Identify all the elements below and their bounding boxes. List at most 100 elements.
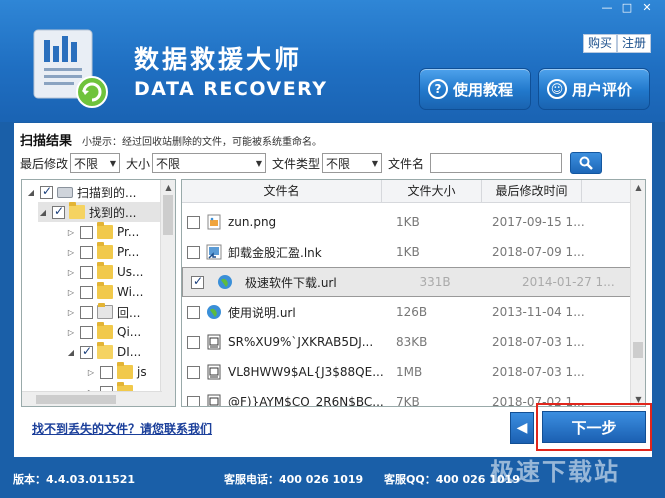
tree-checkbox[interactable] <box>80 265 93 279</box>
file-list-vertical-scrollbar[interactable]: ▲ ▼ <box>630 180 645 406</box>
file-type-select-value: 不限 <box>326 156 351 171</box>
tree-vertical-scrollbar[interactable]: ▲ <box>160 180 175 406</box>
modified-select[interactable]: 不限 ▼ <box>70 153 121 173</box>
file-size: 1KB <box>396 245 420 259</box>
next-step-button[interactable]: 下一步 <box>542 411 646 443</box>
file-date: 2017-09-15 1... <box>492 215 585 229</box>
file-list-scroll-thumb[interactable] <box>633 342 643 358</box>
tree-checkbox[interactable] <box>80 245 93 259</box>
folder-icon <box>69 202 85 219</box>
size-select-value: 不限 <box>156 156 181 171</box>
file-name-label: 文件名 <box>388 156 425 171</box>
tree-item[interactable]: ◢ DI... <box>66 342 141 362</box>
file-date: 2014-01-27 1... <box>522 275 615 289</box>
column-header-name[interactable]: 文件名 <box>182 180 382 203</box>
file-checkbox[interactable] <box>187 395 200 406</box>
restore-button[interactable]: □ <box>617 1 637 17</box>
tree-checkbox[interactable] <box>52 204 65 219</box>
tree-item-found[interactable]: ◢ 找到的... <box>38 202 162 222</box>
expand-triangle-icon[interactable]: ▷ <box>66 288 76 297</box>
folder-icon <box>97 282 113 299</box>
expand-triangle-icon[interactable]: ▷ <box>66 328 76 337</box>
chat-icon: ☺ <box>547 79 567 99</box>
tree-hscroll-thumb[interactable] <box>36 395 116 404</box>
register-button[interactable]: 注册 <box>617 34 652 53</box>
file-row[interactable]: VL8HWW9$AL{J3$88QE... 1MB 2018-07-03 1..… <box>182 357 632 387</box>
folder-icon <box>97 262 113 279</box>
tree-item-root[interactable]: ◢ 扫描到的... <box>26 182 137 202</box>
file-row[interactable]: 卸载金股汇盈.lnk 1KB 2018-07-09 1... <box>182 237 632 267</box>
filter-bar: 最后修改 不限 ▼ 大小 不限 ▼ 文件类型 不限 ▼ 文件名 <box>20 152 648 174</box>
file-checkbox[interactable] <box>191 274 204 289</box>
expand-triangle-icon[interactable]: ▷ <box>86 368 96 377</box>
file-row[interactable]: zun.png 1KB 2017-09-15 1... <box>182 207 632 237</box>
expand-triangle-icon[interactable]: ▷ <box>66 228 76 237</box>
folder-icon <box>97 242 113 259</box>
tree-item-label: Wi... <box>117 285 144 299</box>
file-checkbox[interactable] <box>187 365 200 379</box>
file-list[interactable]: 文件名 文件大小 最后修改时间 zun.png 1KB 2017-09-15 1… <box>181 179 646 407</box>
size-select[interactable]: 不限 ▼ <box>152 153 267 173</box>
file-name-input[interactable] <box>430 153 563 173</box>
scroll-up-icon[interactable]: ▲ <box>631 180 645 195</box>
tree-horizontal-scrollbar[interactable] <box>22 391 162 406</box>
minimize-button[interactable]: — <box>597 1 617 17</box>
main-panel: 扫描结果 小提示：经过回收站删除的文件，可能被系统重命名。 最后修改 不限 ▼ 大… <box>13 122 653 458</box>
review-button[interactable]: ☺ 用户评价 <box>538 68 650 110</box>
tree-item-label: 找到的... <box>89 205 137 220</box>
file-date: 2018-07-09 1... <box>492 245 585 259</box>
tree-checkbox[interactable] <box>100 365 113 379</box>
expand-triangle-icon[interactable]: ▷ <box>66 308 76 317</box>
expand-triangle-icon[interactable]: ▷ <box>66 268 76 277</box>
file-checkbox[interactable] <box>187 215 200 229</box>
folder-icon <box>97 322 113 339</box>
modified-select-value: 不限 <box>74 156 99 171</box>
tree-item[interactable]: ▷ Qi... <box>66 322 141 342</box>
search-button[interactable] <box>570 152 603 174</box>
contact-us-link[interactable]: 找不到丢失的文件？请您联系我们 <box>32 420 212 437</box>
expand-triangle-icon[interactable]: ▷ <box>66 248 76 257</box>
file-checkbox[interactable] <box>187 305 200 319</box>
tree-item[interactable]: ▷ Us... <box>66 262 143 282</box>
file-date: 2018-07-03 1... <box>492 365 585 379</box>
scroll-up-icon[interactable]: ▲ <box>161 180 175 195</box>
column-header-size[interactable]: 文件大小 <box>382 180 482 203</box>
column-header-date[interactable]: 最后修改时间 <box>482 180 582 203</box>
tree-item[interactable]: ▷ Pr... <box>66 242 139 262</box>
folder-tree[interactable]: ◢ 扫描到的... ◢ 找到的... ▷ Pr... ▷ Pr... ▷ <box>21 179 176 407</box>
tree-checkbox[interactable] <box>80 225 93 239</box>
watermark: 极速下载站 <box>490 458 620 486</box>
tree-checkbox[interactable] <box>80 325 93 339</box>
tutorial-label: 使用教程 <box>453 80 514 99</box>
buy-button[interactable]: 购买 <box>583 34 618 53</box>
tree-checkbox[interactable] <box>40 184 53 199</box>
app-title: 数据救援大师 <box>134 45 303 74</box>
collapse-triangle-icon[interactable]: ◢ <box>38 208 48 217</box>
file-size: 7KB <box>396 395 420 407</box>
tree-checkbox[interactable] <box>80 305 93 319</box>
previous-step-button[interactable]: ◀ <box>510 412 534 444</box>
file-row[interactable]: SR%XU9%`JXKRAB5DJ... 83KB 2018-07-03 1..… <box>182 327 632 357</box>
tree-item[interactable]: ▷ Wi... <box>66 282 143 302</box>
collapse-triangle-icon[interactable]: ◢ <box>66 348 76 357</box>
tree-item[interactable]: ▷ Pr... <box>66 222 139 242</box>
tree-item[interactable]: ▷ js <box>86 362 147 382</box>
folder-icon <box>97 222 113 239</box>
recycle-bin-icon <box>97 303 113 319</box>
shortcut-file-icon <box>206 244 222 260</box>
file-checkbox[interactable] <box>187 245 200 259</box>
close-button[interactable]: ✕ <box>637 1 657 17</box>
file-name: zun.png <box>228 215 277 229</box>
tree-checkbox[interactable] <box>80 344 93 359</box>
tutorial-button[interactable]: ? 使用教程 <box>419 68 531 110</box>
tree-checkbox[interactable] <box>80 285 93 299</box>
tree-item[interactable]: ▷ 回... <box>66 302 140 322</box>
file-type-select[interactable]: 不限 ▼ <box>322 153 383 173</box>
scan-tip: 小提示：经过回收站删除的文件，可能被系统重命名。 <box>82 137 322 148</box>
file-row-selected[interactable]: 极速软件下载.url 331B 2014-01-27 1... <box>182 267 632 297</box>
collapse-triangle-icon[interactable]: ◢ <box>26 188 36 197</box>
file-row[interactable]: 使用说明.url 126B 2013-11-04 1... <box>182 297 632 327</box>
file-checkbox[interactable] <box>187 335 200 349</box>
app-subtitle: DATA RECOVERY <box>134 78 328 100</box>
tree-scroll-thumb[interactable] <box>163 195 173 235</box>
